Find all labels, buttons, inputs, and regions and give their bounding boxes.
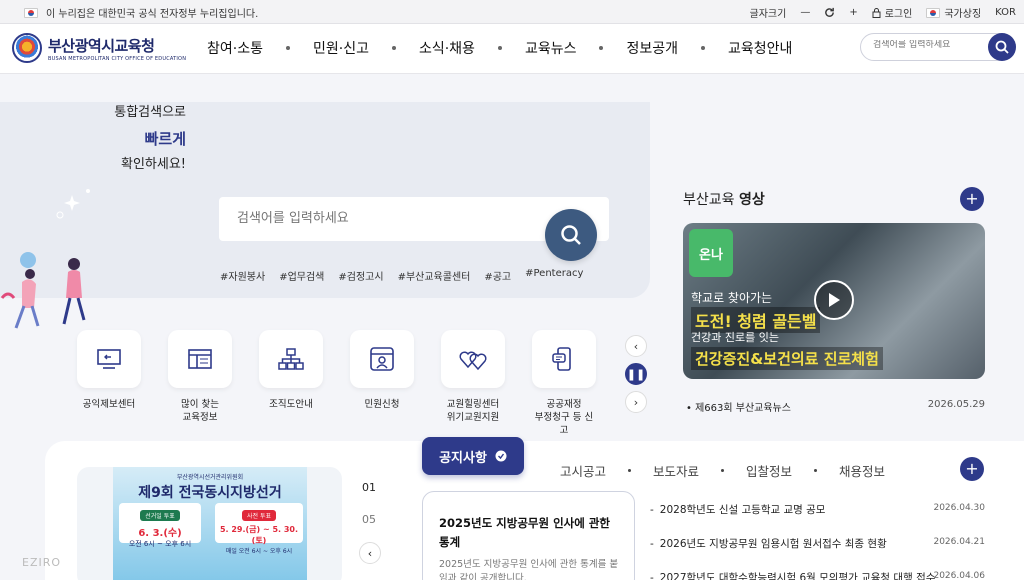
watermark-logo: EZIRO <box>22 556 62 569</box>
nav-item-news-recruit[interactable]: 소식·채용 <box>396 38 498 58</box>
video-news-item[interactable]: • 제663회 부산교육뉴스 2026.05.29 <box>686 399 985 414</box>
site-logo[interactable]: 부산광역시교육청 BUSAN METROPOLITAN CITY OFFICE … <box>12 33 186 63</box>
chevron-left-icon: ‹ <box>367 546 373 560</box>
site-header: 부산광역시교육청 BUSAN METROPOLITAN CITY OFFICE … <box>0 24 1024 74</box>
main-search-input[interactable] <box>237 211 537 226</box>
logo-title: 부산광역시교육청 <box>48 36 155 55</box>
video-more-button[interactable]: + <box>960 187 984 211</box>
person-card-icon <box>370 347 394 371</box>
quick-link-popular-info[interactable]: 많이 찾는 교육정보 <box>168 330 232 437</box>
gov-notice-text: 이 누리집은 대한민국 공식 전자정부 누리집입니다. <box>46 9 259 20</box>
tab-press[interactable]: 보도자료 <box>653 461 699 480</box>
play-button[interactable] <box>814 280 854 320</box>
main-nav: 참여·소통 민원·신고 소식·채용 교육뉴스 정보공개 교육청안내 <box>184 38 815 58</box>
plus-icon: + <box>965 459 979 478</box>
notice-list: 2028학년도 신설 고등학교 교명 공모 2026.04.30 2026년도 … <box>650 502 985 580</box>
gov-notice-bar: 이 누리집은 대한민국 공식 전자정부 누리집입니다. 글자크기 — + 로그인… <box>0 0 1024 24</box>
quick-links-controls: ‹ ❚❚ › <box>625 335 647 413</box>
chevron-right-icon: › <box>633 395 639 409</box>
org-chart-icon <box>278 348 304 370</box>
tab-announcements[interactable]: 고시공고 <box>560 461 606 480</box>
quick-link-teacher-healing[interactable]: 교원힐링센터 위기교원지원 <box>441 330 505 437</box>
korea-flag-icon <box>926 7 941 18</box>
font-decrease-button[interactable]: — <box>800 7 810 18</box>
notice-tabs: 고시공고 보도자료 입찰정보 채용정보 <box>560 461 885 480</box>
emblem-icon <box>12 33 42 63</box>
nav-item-civil-complaint[interactable]: 민원·신고 <box>290 38 392 58</box>
video-section-title: 부산교육 영상 <box>683 192 765 208</box>
logo-subtitle: BUSAN METROPOLITAN CITY OFFICE OF EDUCAT… <box>48 55 187 62</box>
tab-separator <box>721 469 725 472</box>
hearts-icon <box>459 351 487 371</box>
slide-current: 01 <box>362 481 376 494</box>
notices-more-button[interactable]: + <box>960 457 984 481</box>
header-search-input[interactable] <box>873 40 983 50</box>
video-badge: 온나 <box>689 229 733 277</box>
chevron-left-icon: ‹ <box>633 339 639 353</box>
election-day-box: 선거일 투표 6. 3.(수) 오전 6시 ~ 오후 6시 <box>119 503 201 548</box>
korea-flag-icon <box>24 7 38 18</box>
tag-link[interactable]: #자원봉사 <box>220 268 265 283</box>
list-item[interactable]: 2026년도 지방공무원 임용시험 원서접수 최종 현황 2026.04.21 <box>650 536 985 570</box>
font-reset-icon[interactable] <box>824 7 835 18</box>
tab-separator <box>814 469 818 472</box>
tag-link[interactable]: #공고 <box>484 268 511 283</box>
tab-separator <box>628 469 632 472</box>
quick-link-whistleblower[interactable]: 공익제보센터 <box>77 330 141 437</box>
tag-link[interactable]: #업무검색 <box>279 268 324 283</box>
header-search-button[interactable] <box>988 33 1016 61</box>
tab-recruitment[interactable]: 채용정보 <box>839 461 885 480</box>
lock-icon <box>872 7 881 18</box>
people-illustration-icon <box>0 252 86 329</box>
early-voting-box: 사전 투표 5. 29.(금) ~ 5. 30.(토) 매일 오전 6시 ~ 오… <box>215 503 303 555</box>
tag-link[interactable]: #부산교육콜센터 <box>398 268 471 283</box>
video-thumbnail[interactable]: 온나 학교로 찾아가는 도전! 청렴 골든벨 건강과 진로를 잇는 건강증진&보… <box>683 223 985 379</box>
monitor-icon <box>97 349 121 369</box>
election-banner[interactable]: 부산광역시선거관리위원회 제9회 전국동시지방선거 선거일 투표 6. 3.(수… <box>77 467 342 580</box>
pause-icon: ❚❚ <box>626 367 646 381</box>
popular-tags: #자원봉사 #업무검색 #검정고시 #부산교육콜센터 #공고 #Penterac… <box>220 268 583 283</box>
header-search <box>860 33 1016 61</box>
list-item[interactable]: 2027학년도 대학수학능력시험 6월 모의평가 교육청 대행 접수 2026.… <box>650 570 985 580</box>
nav-item-participation[interactable]: 참여·소통 <box>184 38 286 58</box>
play-icon <box>829 293 840 307</box>
main-search-button[interactable] <box>545 209 597 261</box>
featured-notice-card[interactable]: 2025년도 지방공무원 인사에 관한 통계 2025년도 지방공무원 인사에 … <box>422 491 635 580</box>
phone-report-icon <box>552 347 571 371</box>
quick-links-pause-button[interactable]: ❚❚ <box>625 363 647 385</box>
nav-item-education-news[interactable]: 교육뉴스 <box>502 38 600 58</box>
banner-prev-button[interactable]: ‹ <box>359 542 381 564</box>
quick-link-public-finance-report[interactable]: 공공재정 부정청구 등 신고 <box>532 330 596 437</box>
tag-link[interactable]: #검정고시 <box>338 268 383 283</box>
font-increase-button[interactable]: + <box>849 7 857 18</box>
tag-link[interactable]: #Penteracy <box>525 268 583 283</box>
search-icon <box>995 40 1009 54</box>
quick-link-civil-request[interactable]: 민원신청 <box>350 330 414 437</box>
check-circle-icon <box>495 450 507 462</box>
list-item[interactable]: 2028학년도 신설 고등학교 교명 공모 2026.04.30 <box>650 502 985 536</box>
hero-message: 통합검색으로 빠르게 확인하세요! <box>114 105 186 172</box>
quick-links: 공익제보센터 많이 찾는 교육정보 조직도안내 민원신청 교원힐링센터 위기교원… <box>77 330 596 437</box>
quick-links-next-button[interactable]: › <box>625 391 647 413</box>
nav-item-office-guide[interactable]: 교육청안내 <box>705 38 815 58</box>
nav-item-info-disclosure[interactable]: 정보공개 <box>603 38 701 58</box>
language-selector[interactable]: KOR <box>995 7 1016 18</box>
layout-icon <box>188 349 212 369</box>
search-icon <box>561 225 581 245</box>
login-link[interactable]: 로그인 <box>872 5 912 20</box>
quick-link-org-chart[interactable]: 조직도안내 <box>259 330 323 437</box>
tab-notices[interactable]: 공지사항 <box>422 437 524 475</box>
quick-links-prev-button[interactable]: ‹ <box>625 335 647 357</box>
font-size-control: 글자크기 <box>749 9 787 20</box>
tab-bids[interactable]: 입찰정보 <box>746 461 792 480</box>
sparkle-icon <box>56 189 90 219</box>
national-symbol-link[interactable]: 국가상징 <box>926 5 981 20</box>
slide-total: 05 <box>362 513 376 526</box>
plus-icon: + <box>965 189 979 208</box>
